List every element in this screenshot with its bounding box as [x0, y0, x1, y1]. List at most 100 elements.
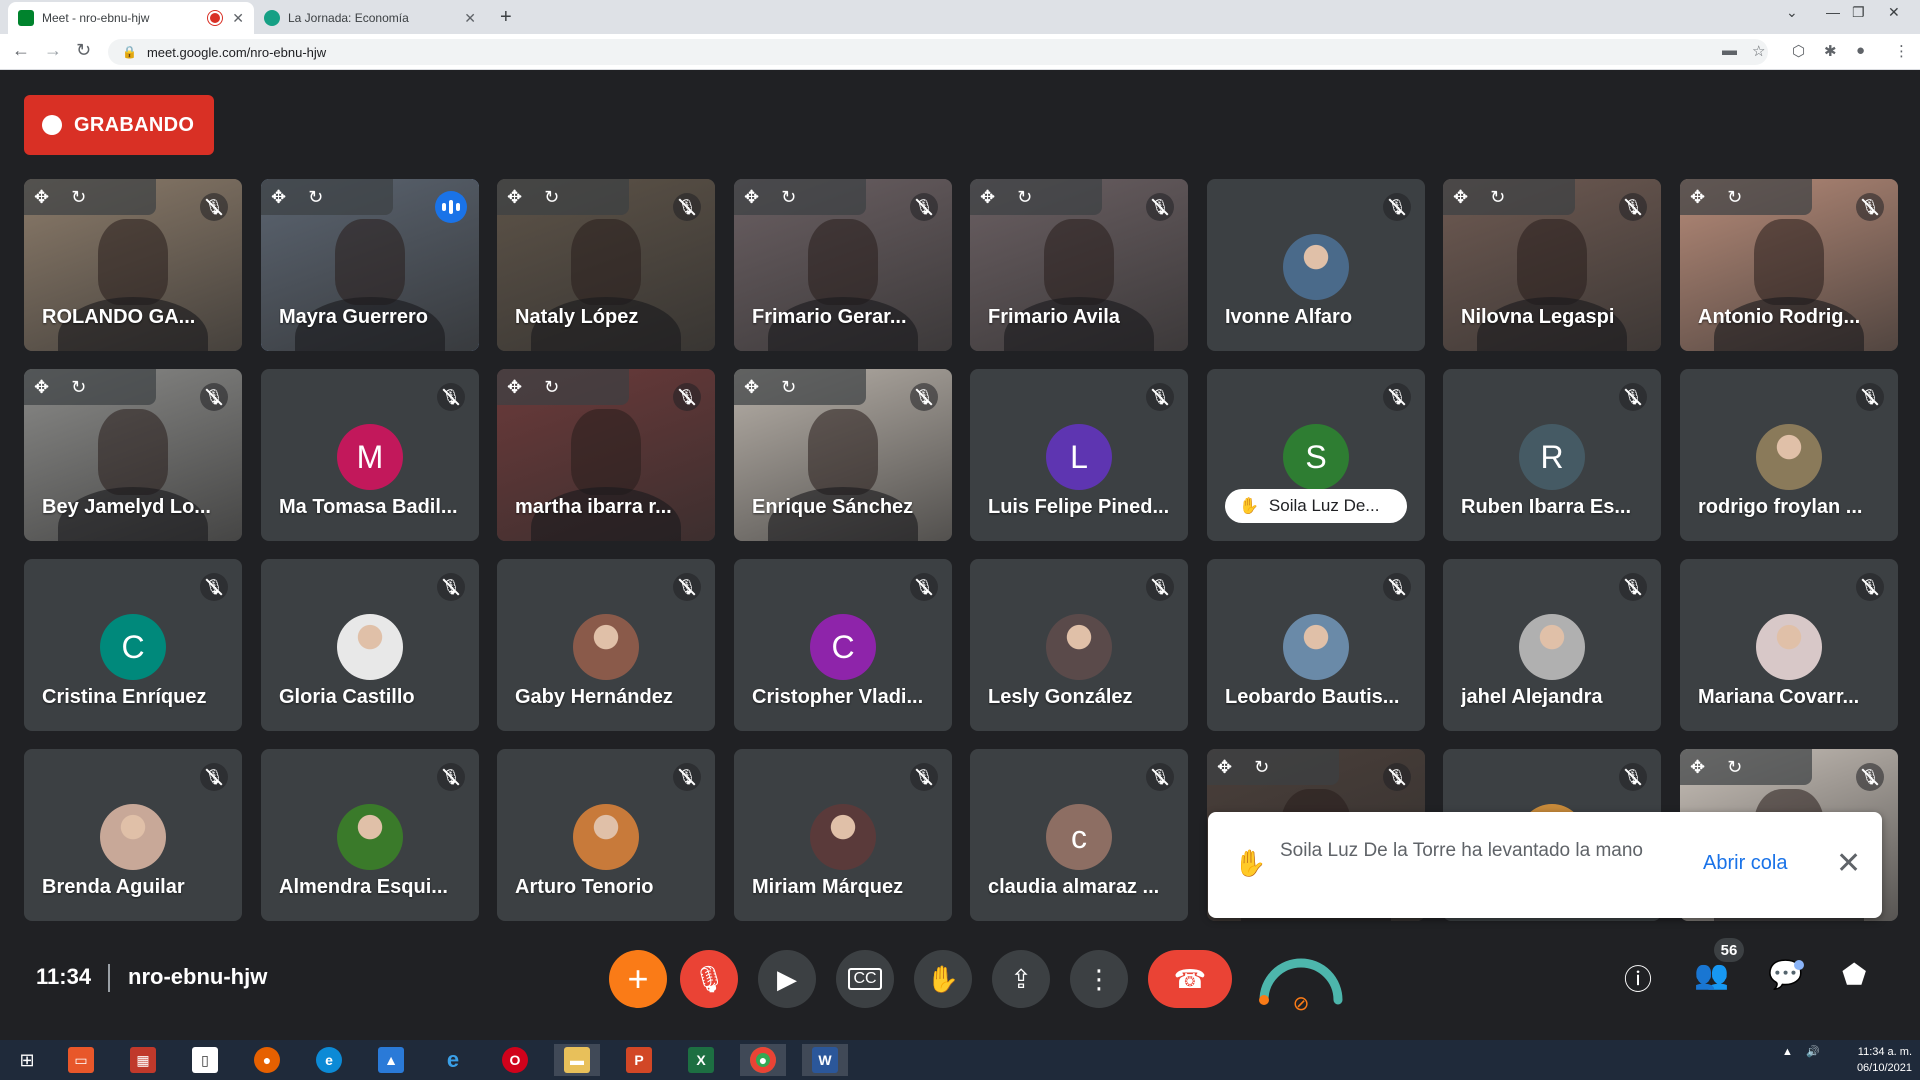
tray-chevron-icon[interactable]: ▲	[1782, 1044, 1793, 1060]
tab-meet[interactable]: Meet - nro-ebnu-hjw ✕	[8, 2, 254, 34]
participant-tile[interactable]: C 🎙 Cristina Enríquez	[24, 559, 242, 731]
bookmark-star-icon[interactable]: ☆	[1752, 42, 1765, 60]
move-tile-icon[interactable]: ✥	[744, 187, 759, 208]
close-window-icon[interactable]: ✕	[1888, 4, 1900, 21]
muted-mic-icon[interactable]: 🎙	[910, 573, 938, 601]
internet-explorer-icon[interactable]: e	[430, 1044, 476, 1076]
participant-tile[interactable]: ✥↻🎙Antonio Rodrig...	[1680, 179, 1898, 351]
participant-tile[interactable]: c 🎙 claudia almaraz ...	[970, 749, 1188, 921]
reload-icon[interactable]: ↻	[76, 40, 91, 61]
refresh-icon[interactable]: ↻	[71, 377, 86, 398]
muted-mic-icon[interactable]: 🎙	[1383, 193, 1411, 221]
move-tile-icon[interactable]: ✥	[1690, 757, 1705, 778]
start-windows-icon[interactable]: ⊞	[4, 1044, 50, 1076]
muted-mic-icon[interactable]: 🎙	[673, 763, 701, 791]
connection-gauge-icon[interactable]: ⊘	[1256, 944, 1346, 1014]
extension-cube-icon[interactable]: ⬡	[1792, 42, 1805, 60]
volume-icon[interactable]: 🔊	[1806, 1044, 1820, 1060]
move-tile-icon[interactable]: ✥	[34, 187, 49, 208]
move-tile-icon[interactable]: ✥	[1217, 757, 1232, 778]
muted-mic-icon[interactable]: 🎙	[437, 763, 465, 791]
refresh-icon[interactable]: ↻	[544, 187, 559, 208]
muted-mic-icon[interactable]: 🎙	[437, 573, 465, 601]
close-toast-icon[interactable]: ✕	[1836, 846, 1861, 881]
muted-mic-icon[interactable]: 🎙	[1619, 383, 1647, 411]
move-tile-icon[interactable]: ✥	[34, 377, 49, 398]
move-tile-icon[interactable]: ✥	[507, 377, 522, 398]
tab-la-jornada[interactable]: La Jornada: Economía ✕	[254, 2, 486, 34]
muted-mic-icon[interactable]: 🎙	[1146, 383, 1174, 411]
participant-tile[interactable]: 🎙 Almendra Esqui...	[261, 749, 479, 921]
activities-icon[interactable]: ⬟	[1842, 958, 1866, 991]
muted-mic-icon[interactable]: 🎙	[1619, 763, 1647, 791]
muted-mic-icon[interactable]: 🎙	[1856, 193, 1884, 221]
powerpoint-icon[interactable]: P	[616, 1044, 662, 1076]
participant-tile[interactable]: 🎙 Gaby Hernández	[497, 559, 715, 731]
participant-tile[interactable]: L 🎙 Luis Felipe Pined...	[970, 369, 1188, 541]
refresh-icon[interactable]: ↻	[1727, 757, 1742, 778]
present-screen-button[interactable]: ⇪	[992, 950, 1050, 1008]
muted-mic-icon[interactable]: 🎙	[673, 383, 701, 411]
minimize-icon[interactable]: —	[1826, 4, 1840, 20]
participant-tile[interactable]: 🎙 Ivonne Alfaro	[1207, 179, 1425, 351]
firefox-icon[interactable]: ●	[244, 1044, 290, 1076]
muted-mic-icon[interactable]: 🎙	[200, 573, 228, 601]
participant-tile[interactable]: 🎙 Gloria Castillo	[261, 559, 479, 731]
participant-tile[interactable]: ✥↻🎙Frimario Gerar...	[734, 179, 952, 351]
muted-mic-icon[interactable]: 🎙	[1146, 193, 1174, 221]
app-red-icon[interactable]: ▦	[120, 1044, 166, 1076]
excel-icon[interactable]: X	[678, 1044, 724, 1076]
muted-mic-icon[interactable]: 🎙	[1383, 573, 1411, 601]
meeting-info-icon[interactable]: ⓘ	[1624, 958, 1652, 998]
participant-tile[interactable]: 🎙 jahel Alejandra	[1443, 559, 1661, 731]
close-tab-icon[interactable]: ✕	[464, 10, 476, 27]
move-tile-icon[interactable]: ✥	[1690, 187, 1705, 208]
camera-toggle-button[interactable]: ▶	[758, 950, 816, 1008]
participant-tile[interactable]: C 🎙 Cristopher Vladi...	[734, 559, 952, 731]
restore-icon[interactable]: ❐	[1852, 4, 1865, 21]
raise-hand-button[interactable]: ✋	[914, 950, 972, 1008]
participant-tile[interactable]: M 🎙 Ma Tomasa Badil...	[261, 369, 479, 541]
muted-mic-icon[interactable]: 🎙	[910, 193, 938, 221]
participant-tile[interactable]: ✥↻🎙martha ibarra r...	[497, 369, 715, 541]
edge-icon[interactable]: e	[306, 1044, 352, 1076]
camera-in-use-icon[interactable]: ▬	[1722, 42, 1737, 59]
refresh-icon[interactable]: ↻	[1490, 187, 1505, 208]
mic-toggle-button[interactable]: 🎙	[680, 950, 738, 1008]
files-blue-icon[interactable]: ▲	[368, 1044, 414, 1076]
participant-tile[interactable]: 🎙 Mariana Covarr...	[1680, 559, 1898, 731]
refresh-icon[interactable]: ↻	[1727, 187, 1742, 208]
move-tile-icon[interactable]: ✥	[507, 187, 522, 208]
open-queue-button[interactable]: Abrir cola	[1703, 852, 1787, 875]
word-icon[interactable]: W	[802, 1044, 848, 1076]
participant-tile[interactable]: ✥↻🎙Nilovna Legaspi	[1443, 179, 1661, 351]
muted-mic-icon[interactable]: 🎙	[1619, 573, 1647, 601]
participant-tile[interactable]: 🎙 Lesly González	[970, 559, 1188, 731]
tab-search-icon[interactable]: ⌄	[1786, 4, 1798, 21]
participant-tile[interactable]: 🎙 Miriam Márquez	[734, 749, 952, 921]
participant-tile[interactable]: 🎙 rodrigo froylan ...	[1680, 369, 1898, 541]
muted-mic-icon[interactable]: 🎙	[1619, 193, 1647, 221]
browser-menu-icon[interactable]: ⋮	[1894, 42, 1909, 60]
new-tab-icon[interactable]: +	[500, 6, 512, 29]
muted-mic-icon[interactable]: 🎙	[200, 383, 228, 411]
taskbar-clock[interactable]: 11:34 a. m. 06/10/2021	[1836, 1044, 1912, 1076]
muted-mic-icon[interactable]: 🎙	[910, 383, 938, 411]
refresh-icon[interactable]: ↻	[781, 187, 796, 208]
refresh-icon[interactable]: ↻	[1017, 187, 1032, 208]
muted-mic-icon[interactable]: 🎙	[1856, 763, 1884, 791]
refresh-icon[interactable]: ↻	[1254, 757, 1269, 778]
participant-tile[interactable]: 🎙 Leobardo Bautis...	[1207, 559, 1425, 731]
move-tile-icon[interactable]: ✥	[271, 187, 286, 208]
participant-tile[interactable]: ✥↻🎙Nataly López	[497, 179, 715, 351]
muted-mic-icon[interactable]: 🎙	[1856, 383, 1884, 411]
muted-mic-icon[interactable]: 🎙	[1856, 573, 1884, 601]
participant-tile[interactable]: R 🎙 Ruben Ibarra Es...	[1443, 369, 1661, 541]
muted-mic-icon[interactable]: 🎙	[910, 763, 938, 791]
refresh-icon[interactable]: ↻	[544, 377, 559, 398]
leave-call-button[interactable]: ☎	[1148, 950, 1232, 1008]
move-tile-icon[interactable]: ✥	[1453, 187, 1468, 208]
back-arrow-icon[interactable]: ←	[12, 40, 30, 61]
chrome-icon[interactable]: ●	[740, 1044, 786, 1076]
muted-mic-icon[interactable]: 🎙	[200, 193, 228, 221]
